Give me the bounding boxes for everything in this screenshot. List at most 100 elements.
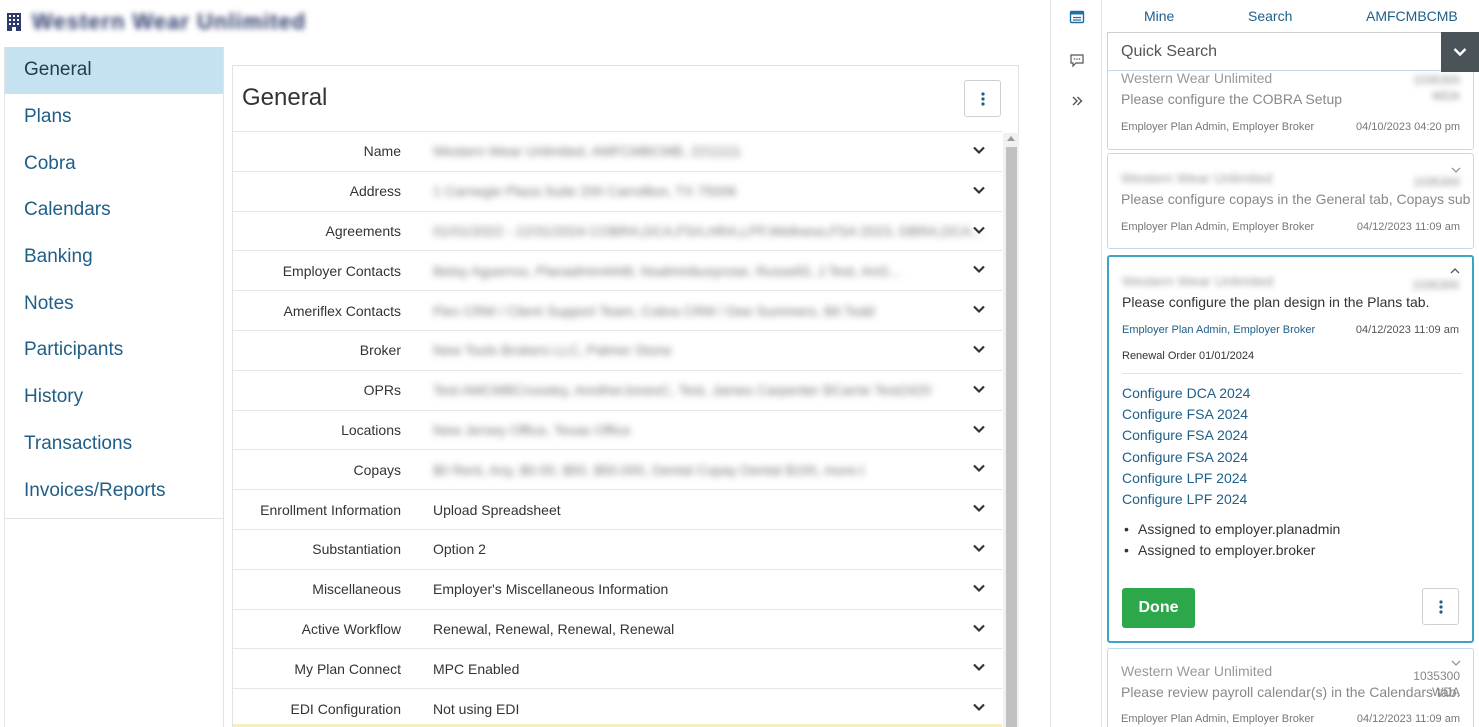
tasks-tabs: Mine Search AMFCMBCMB	[1103, 0, 1479, 32]
row-employer-contacts[interactable]: Employer Contacts Betsy Aguerros, Planad…	[233, 250, 1002, 290]
chevron-up-icon[interactable]	[1450, 267, 1460, 275]
left-nav: General Plans Cobra Calendars Banking No…	[4, 47, 224, 519]
task-card-assignees: Employer Plan Admin, Employer Broker	[1121, 121, 1315, 133]
chevron-down-icon[interactable]	[1451, 659, 1461, 667]
task-card[interactable]: Western Wear Unlimited 1035300 Please re…	[1107, 648, 1474, 727]
row-name[interactable]: Name Western Wear Unlimited, AMFCMBCMB, …	[233, 131, 1002, 171]
task-card-expanded[interactable]: Western Wear Unlimited 1035300 Please co…	[1107, 255, 1474, 643]
quick-search-placeholder: Quick Search	[1121, 43, 1218, 60]
tab-search[interactable]: Search	[1248, 8, 1292, 24]
chevron-down-icon[interactable]	[972, 501, 986, 515]
task-card-message: Please configure the COBRA Setup	[1121, 91, 1343, 107]
kebab-icon	[980, 91, 985, 106]
chevron-down-icon[interactable]	[1451, 166, 1461, 174]
chevron-down-icon	[1453, 48, 1467, 57]
configure-link[interactable]: Configure FSA 2024	[1122, 425, 1250, 446]
row-label: Broker	[359, 342, 401, 359]
task-card-title: Western Wear Unlimited	[1121, 663, 1273, 679]
row-label: Miscellaneous	[312, 581, 401, 598]
row-locations[interactable]: Locations New Jersey Office, Texas Offic…	[233, 409, 1002, 450]
tab-mine[interactable]: Mine	[1144, 8, 1174, 24]
nav-item-cobra[interactable]: Cobra	[5, 140, 223, 187]
chevron-down-icon[interactable]	[972, 223, 986, 237]
chevron-down-icon[interactable]	[972, 143, 986, 157]
quick-search-input[interactable]: Quick Search	[1107, 32, 1479, 72]
chevron-down-icon[interactable]	[972, 700, 986, 714]
chevron-down-icon[interactable]	[972, 621, 986, 635]
tab-employer-code[interactable]: AMFCMBCMB	[1366, 8, 1458, 24]
nav-item-history[interactable]: History	[5, 374, 223, 421]
row-active-workflow[interactable]: Active Workflow Renewal, Renewal, Renewa…	[233, 608, 1002, 649]
configure-link[interactable]: Configure LPF 2024	[1122, 489, 1250, 510]
row-agreements[interactable]: Agreements 01/01/2022 - 12/31/2024 COBRA…	[233, 210, 1002, 251]
task-card-date: 04/12/2023 11:09 am	[1356, 713, 1460, 725]
row-value: Option 2	[433, 541, 486, 558]
row-oprs[interactable]: OPRs Test AMCMBCrossley, AnotherJonesC, …	[233, 369, 1002, 410]
assignment-item: Assigned to employer.planadmin	[1122, 519, 1340, 540]
row-value: Flex CRM / Client Support Team, Cobra CR…	[433, 302, 875, 319]
configure-link[interactable]: Configure FSA 2024	[1122, 404, 1250, 425]
task-card-id2: WDA	[1432, 89, 1460, 103]
task-menu-button[interactable]	[1422, 588, 1459, 625]
row-ameriflex-contacts[interactable]: Ameriflex Contacts Flex CRM / Client Sup…	[233, 290, 1002, 330]
row-substantiation[interactable]: Substantiation Option 2	[233, 528, 1002, 569]
chevron-down-icon[interactable]	[972, 461, 986, 475]
double-chevron-right-icon[interactable]	[1069, 93, 1085, 109]
task-card-title: Western Wear Unlimited	[1122, 273, 1274, 289]
chevron-down-icon[interactable]	[972, 342, 986, 356]
nav-item-notes[interactable]: Notes	[5, 280, 223, 327]
task-card-id: 1035300	[1412, 278, 1459, 292]
row-broker[interactable]: Broker New Tools Brokers LLC, Palmer Sto…	[233, 329, 1002, 370]
configure-link[interactable]: Configure FSA 2024	[1122, 447, 1250, 468]
nav-item-label: History	[24, 386, 84, 408]
task-card[interactable]: Western Wear Unlimited 1035300 Please co…	[1107, 70, 1474, 150]
task-card[interactable]: Western Wear Unlimited 1035300 Please co…	[1107, 153, 1474, 249]
task-list-icon[interactable]	[1069, 9, 1085, 25]
chevron-down-icon[interactable]	[972, 541, 986, 555]
chevron-down-icon[interactable]	[972, 302, 986, 316]
configure-link[interactable]: Configure DCA 2024	[1122, 383, 1250, 404]
nav-item-transactions[interactable]: Transactions	[5, 421, 223, 468]
general-panel: General Name Western Wear Unlimited, AMF…	[232, 65, 1019, 727]
row-value: New Tools Brokers LLC, Palmer Stone	[433, 342, 672, 359]
task-card-date: 04/12/2023 11:09 am	[1355, 324, 1459, 336]
row-my-plan-connect[interactable]: My Plan Connect MPC Enabled	[233, 648, 1002, 688]
nav-item-calendars[interactable]: Calendars	[5, 187, 223, 234]
done-button[interactable]: Done	[1122, 588, 1195, 628]
row-label: Agreements	[325, 222, 401, 239]
row-edi-configuration[interactable]: EDI Configuration Not using EDI	[233, 688, 1002, 727]
configure-link[interactable]: Configure LPF 2024	[1122, 468, 1250, 489]
nav-item-plans[interactable]: Plans	[5, 94, 223, 141]
chevron-down-icon[interactable]	[972, 660, 986, 674]
divider	[1122, 373, 1462, 374]
chevron-down-icon[interactable]	[972, 581, 986, 595]
nav-item-label: Notes	[24, 292, 74, 314]
nav-item-banking[interactable]: Banking	[5, 234, 223, 281]
scroll-up-arrow-icon[interactable]	[1007, 136, 1015, 141]
row-enrollment-information[interactable]: Enrollment Information Upload Spreadshee…	[233, 489, 1002, 529]
row-value: Test AMCMBCrossley, AnotherJonesC, Test,…	[433, 382, 931, 399]
quick-search-dropdown-button[interactable]	[1441, 32, 1479, 72]
nav-item-participants[interactable]: Participants	[5, 327, 223, 374]
nav-item-general[interactable]: General	[5, 47, 223, 94]
scrollbar[interactable]	[1003, 133, 1019, 727]
scrollbar-thumb[interactable]	[1006, 147, 1017, 727]
task-card-message: Please configure the plan design in the …	[1122, 294, 1430, 310]
row-value: 01/01/2022 - 12/31/2024 COBRA,DCA,FSA,HR…	[433, 222, 983, 239]
renewal-order-label: Renewal Order 01/01/2024	[1122, 350, 1255, 362]
panel-menu-button[interactable]	[964, 80, 1001, 117]
nav-item-label: Cobra	[24, 152, 76, 174]
chevron-down-icon[interactable]	[972, 382, 986, 396]
row-address[interactable]: Address 1 Carnegie Plaza Suite 200 Carro…	[233, 170, 1002, 211]
chevron-down-icon[interactable]	[972, 183, 986, 197]
chevron-down-icon[interactable]	[972, 422, 986, 436]
task-card-id: 1035300	[1413, 73, 1460, 87]
nav-item-label: Banking	[24, 246, 93, 268]
chevron-down-icon[interactable]	[972, 262, 986, 276]
chat-bubble-icon[interactable]	[1069, 52, 1085, 68]
nav-item-invoices-reports[interactable]: Invoices/Reports	[5, 467, 223, 514]
row-label: Name	[363, 143, 401, 160]
row-value: Employer's Miscellaneous Information	[433, 581, 669, 598]
row-miscellaneous[interactable]: Miscellaneous Employer's Miscellaneous I…	[233, 568, 1002, 609]
row-copays[interactable]: Copays $0 Rent, Any, $0.00, $50, $50.000…	[233, 449, 1002, 489]
